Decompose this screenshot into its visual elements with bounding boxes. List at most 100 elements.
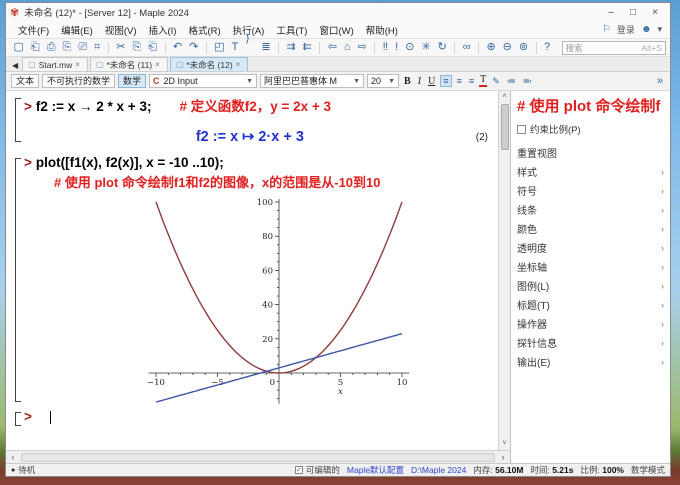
restart-icon[interactable]: ↻: [434, 39, 450, 56]
sidebar-item-10[interactable]: 输出(E)›: [517, 352, 664, 371]
login-button[interactable]: 登录: [615, 23, 637, 36]
plot-output[interactable]: −10−5051020406080100x: [112, 197, 457, 405]
style-dropdown[interactable]: C 2D Input ▼: [149, 74, 257, 88]
horizontal-scrollbar[interactable]: ‹ ›: [6, 450, 510, 463]
execute-icon[interactable]: !: [392, 39, 402, 56]
tab-0[interactable]: ▢Start.mw×: [22, 57, 88, 71]
sidebar-item-7[interactable]: 标题(T)›: [517, 295, 664, 314]
sidebar-item-3[interactable]: 颜色›: [517, 219, 664, 238]
tab-close-icon[interactable]: ×: [236, 60, 241, 69]
save-file-icon[interactable]: ⎙: [43, 39, 59, 56]
search-input[interactable]: 搜索Alt+S: [562, 41, 666, 55]
debug-icon[interactable]: ✳: [418, 39, 434, 56]
user-account-icon[interactable]: ☻: [637, 24, 656, 35]
tab-1[interactable]: ▢*未命名 (11)×: [90, 57, 168, 71]
input-line-1[interactable]: >f2 := x → 2 * x + 3;# 定义函数f2，y = 2x + 3: [24, 95, 498, 115]
inspect-doc-icon[interactable]: ◰: [211, 39, 228, 56]
svg-text:60: 60: [262, 266, 273, 276]
tab-scroll-left[interactable]: ◀: [8, 61, 22, 71]
menu-6[interactable]: 工具(T): [270, 25, 313, 38]
outdent-icon[interactable]: ⇇: [299, 39, 315, 56]
insert-text-icon[interactable]: T: [228, 39, 242, 56]
align-left-button[interactable]: ≡: [440, 75, 451, 87]
home-icon[interactable]: ⌂: [340, 39, 354, 56]
checkbox-icon[interactable]: [517, 125, 526, 134]
input-line-2[interactable]: >plot([f1(x), f2(x)], x = -10 ..10);: [24, 155, 498, 170]
back-icon[interactable]: ⇦: [324, 39, 340, 56]
minimize-button[interactable]: –: [600, 7, 622, 18]
align-right-button[interactable]: ≡: [467, 76, 476, 86]
font-dropdown[interactable]: 阿里巴巴普惠体 M ▼: [260, 74, 364, 88]
italic-button[interactable]: I: [416, 76, 423, 87]
sidebar-item-reset-view[interactable]: 重置视图: [517, 143, 664, 162]
math-mode-button[interactable]: 数学: [118, 74, 146, 88]
menu-7[interactable]: 窗口(W): [313, 25, 359, 38]
sidebar-item-4[interactable]: 透明度›: [517, 238, 664, 257]
bold-button[interactable]: B: [402, 76, 413, 87]
sidebar-item-1[interactable]: 符号›: [517, 181, 664, 200]
hscroll-track[interactable]: [21, 453, 495, 462]
menu-0[interactable]: 文件(F): [12, 25, 55, 38]
interrupt-icon[interactable]: ⊙: [402, 39, 418, 56]
tab-close-icon[interactable]: ×: [155, 60, 160, 69]
editable-checkbox[interactable]: ✓ 可编辑的: [295, 464, 340, 476]
font-size-dropdown[interactable]: 20 ▼: [367, 74, 399, 88]
close-button[interactable]: ×: [644, 7, 666, 18]
font-color-button[interactable]: T: [479, 75, 487, 87]
sidebar-item-9[interactable]: 探针信息›: [517, 333, 664, 352]
underline-button[interactable]: U: [426, 76, 437, 87]
profile-link[interactable]: Maple默认配置: [347, 464, 404, 476]
text-mode-button[interactable]: 文本: [11, 74, 39, 88]
paste-icon[interactable]: ⎗: [145, 39, 161, 56]
hyperlink-icon[interactable]: ∞: [459, 39, 474, 56]
vscroll-thumb[interactable]: [501, 104, 509, 150]
redo-icon[interactable]: ↷: [186, 39, 202, 56]
scroll-up-icon[interactable]: ˄: [502, 91, 506, 103]
sidebar-item-5[interactable]: 坐标轴›: [517, 257, 664, 276]
highlight-pen-button[interactable]: ✎: [490, 76, 502, 87]
user-caret-icon[interactable]: ▾: [655, 24, 664, 35]
open-file-icon[interactable]: ⎗: [27, 39, 43, 56]
execute-all-icon[interactable]: ‼: [379, 39, 392, 56]
numbered-list-button[interactable]: ≕: [521, 76, 534, 87]
empty-input-line[interactable]: >: [24, 409, 498, 424]
constrained-scaling-checkbox[interactable]: 约束比例(P): [517, 122, 664, 136]
undo-icon[interactable]: ↶: [169, 39, 185, 56]
sidebar-item-0[interactable]: 样式›: [517, 162, 664, 181]
zoom-out-icon[interactable]: ⊖: [499, 39, 515, 56]
menu-8[interactable]: 帮助(H): [360, 25, 404, 38]
scroll-right-icon[interactable]: ›: [496, 452, 510, 462]
sidebar-item-6[interactable]: 图例(L)›: [517, 276, 664, 295]
help-icon[interactable]: ?: [540, 39, 553, 56]
forward-icon[interactable]: ⇨: [354, 39, 370, 56]
menu-1[interactable]: 编辑(E): [55, 25, 99, 38]
scroll-down-icon[interactable]: ˅: [502, 438, 506, 450]
print-icon[interactable]: ⎘: [59, 39, 75, 56]
checkbox-checked-icon[interactable]: ✓: [295, 466, 303, 474]
nonexec-math-button[interactable]: 不可执行的数学: [42, 74, 115, 88]
tab-2[interactable]: ▢*未命名 (12)×: [170, 57, 249, 71]
new-file-icon[interactable]: ▢: [10, 39, 27, 56]
tab-close-icon[interactable]: ×: [75, 60, 80, 69]
maximize-button[interactable]: □: [622, 7, 644, 18]
sidebar-item-2[interactable]: 线条›: [517, 200, 664, 219]
print-preview-icon[interactable]: ⎚: [75, 39, 91, 56]
zoom-in-icon[interactable]: ⊕: [483, 39, 499, 56]
menu-3[interactable]: 插入(I): [142, 25, 182, 38]
insert-section-icon[interactable]: ≣: [258, 39, 274, 56]
worksheet[interactable]: >f2 := x → 2 * x + 3;# 定义函数f2，y = 2x + 3…: [6, 91, 498, 450]
align-center-button[interactable]: ≡: [455, 76, 464, 86]
cut-icon[interactable]: ✂: [113, 39, 129, 56]
bullet-list-button[interactable]: ≔: [505, 76, 518, 87]
vertical-scrollbar[interactable]: ˄ ˅: [498, 91, 510, 450]
copy-icon[interactable]: ⎘: [129, 39, 145, 56]
sidebar-item-8[interactable]: 操作器›: [517, 314, 664, 333]
section-icon[interactable]: ⌗: [91, 39, 104, 56]
scroll-left-icon[interactable]: ‹: [6, 452, 20, 462]
menu-2[interactable]: 视图(V): [99, 25, 143, 38]
notifications-bell-icon[interactable]: ⚐: [598, 24, 615, 35]
indent-icon[interactable]: ⇉: [283, 39, 299, 56]
zoom-reset-icon[interactable]: ⊚: [515, 39, 531, 56]
menu-4[interactable]: 格式(R): [182, 25, 226, 38]
formatbar-overflow-chevron[interactable]: »: [657, 75, 665, 87]
